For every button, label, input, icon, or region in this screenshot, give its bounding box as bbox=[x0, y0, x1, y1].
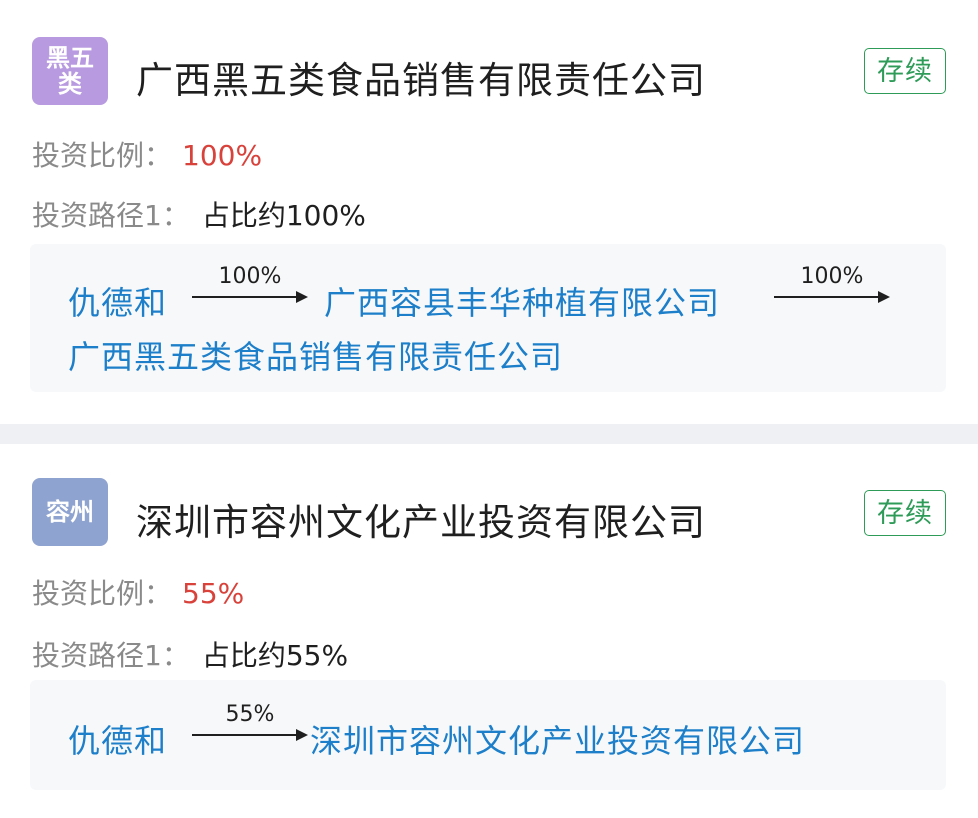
arrow-head-icon bbox=[296, 291, 308, 303]
company-name[interactable]: 广西黑五类食品销售有限责任公司 bbox=[136, 50, 706, 104]
company-card[interactable]: 黑五 类 广西黑五类食品销售有限责任公司 存续 投资比例： 100% 投资路径1：… bbox=[0, 0, 978, 424]
company-logo: 容州 bbox=[32, 478, 108, 546]
path-arrow: 100% bbox=[192, 264, 308, 303]
arrow-head-icon bbox=[296, 729, 308, 741]
investment-path-value: 占比约100% bbox=[201, 199, 366, 232]
arrow-line bbox=[774, 296, 880, 298]
path-investor-link[interactable]: 仇德和 bbox=[68, 716, 167, 762]
status-badge: 存续 bbox=[864, 48, 946, 94]
status-badge: 存续 bbox=[864, 490, 946, 536]
investment-ratio-row: 投资比例： 55% bbox=[32, 572, 244, 612]
arrow-line bbox=[192, 734, 298, 736]
investment-ratio-label: 投资比例： bbox=[32, 139, 173, 172]
investment-ratio-row: 投资比例： 100% bbox=[32, 134, 262, 174]
investment-ratio-value: 100% bbox=[182, 139, 263, 172]
company-name[interactable]: 深圳市容州文化产业投资有限公司 bbox=[136, 492, 706, 546]
arrow-percent: 100% bbox=[800, 264, 864, 289]
investment-path-row: 投资路径1： 占比约100% bbox=[32, 194, 366, 234]
path-arrow: 100% bbox=[774, 264, 890, 303]
investment-ratio-value: 55% bbox=[182, 577, 245, 610]
path-arrow: 55% bbox=[192, 702, 308, 741]
investment-path-label: 投资路径1： bbox=[32, 199, 190, 232]
logo-text-line: 黑五 bbox=[46, 44, 94, 72]
investment-ratio-label: 投资比例： bbox=[32, 577, 173, 610]
logo-text-line: 类 bbox=[58, 70, 82, 98]
arrow-line bbox=[192, 296, 298, 298]
arrow-percent: 100% bbox=[218, 264, 282, 289]
investment-path-box: 仇德和 55% 深圳市容州文化产业投资有限公司 bbox=[30, 680, 946, 790]
investment-path-value: 占比约55% bbox=[201, 639, 349, 672]
investment-path-box: 仇德和 100% 广西容县丰华种植有限公司 100% 广西黑五类食品销售有限责任… bbox=[30, 244, 946, 392]
company-logo: 黑五 类 bbox=[32, 37, 108, 105]
logo-text-line: 容州 bbox=[46, 498, 94, 526]
path-investor-link[interactable]: 仇德和 bbox=[68, 278, 167, 324]
arrow-percent: 55% bbox=[225, 702, 275, 727]
company-card[interactable]: 容州 深圳市容州文化产业投资有限公司 存续 投资比例： 55% 投资路径1： 占比约… bbox=[0, 444, 978, 818]
path-intermediate-link[interactable]: 广西容县丰华种植有限公司 bbox=[324, 278, 720, 324]
arrow-head-icon bbox=[878, 291, 890, 303]
investment-path-row: 投资路径1： 占比约55% bbox=[32, 634, 348, 674]
investment-path-label: 投资路径1： bbox=[32, 639, 190, 672]
path-target-link[interactable]: 广西黑五类食品销售有限责任公司 bbox=[68, 332, 563, 378]
path-target-link[interactable]: 深圳市容州文化产业投资有限公司 bbox=[310, 716, 805, 762]
